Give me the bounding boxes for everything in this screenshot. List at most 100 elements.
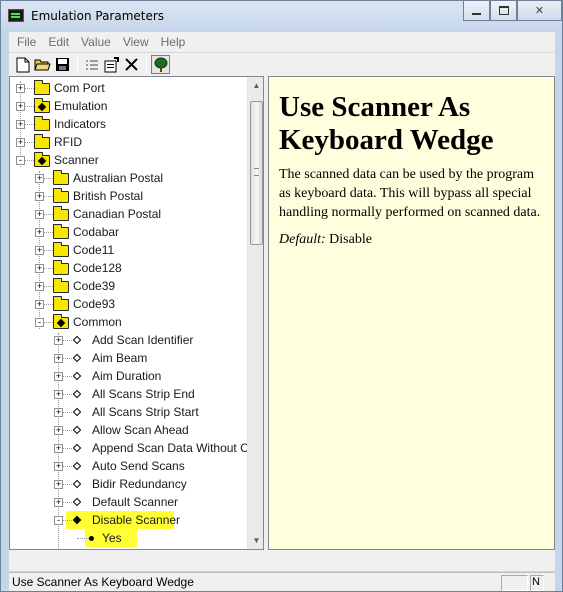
minimize-button[interactable] xyxy=(463,1,490,21)
tree-item[interactable] xyxy=(10,223,246,241)
folder-icon xyxy=(34,116,50,131)
scroll-up-icon[interactable]: ▲ xyxy=(248,77,263,94)
expand-icon[interactable]: + xyxy=(35,174,44,183)
close-button[interactable] xyxy=(517,1,562,21)
folder-icon xyxy=(53,224,69,239)
emulation-parameters-window: Emulation Parameters File Edit Value Vie… xyxy=(0,0,563,592)
folder-icon xyxy=(53,188,69,203)
tree-item[interactable] xyxy=(10,277,246,295)
folder-icon xyxy=(34,98,50,113)
expand-icon[interactable]: + xyxy=(54,444,63,453)
caption-buttons xyxy=(463,1,562,21)
help-default-value: Disable xyxy=(325,232,372,247)
expand-icon[interactable]: + xyxy=(35,300,44,309)
menu-view[interactable]: View xyxy=(117,35,155,49)
menu-edit[interactable]: Edit xyxy=(42,35,75,49)
delete-icon xyxy=(125,58,138,71)
title-bar[interactable]: Emulation Parameters xyxy=(1,1,562,31)
delete-button[interactable] xyxy=(122,55,141,74)
expand-icon[interactable]: + xyxy=(54,426,63,435)
folder-icon xyxy=(53,278,69,293)
tree-item-label: Aim Beam xyxy=(92,351,148,365)
status-text: Use Scanner As Keyboard Wedge xyxy=(12,575,194,589)
new-button[interactable] xyxy=(13,55,32,74)
expand-icon[interactable]: + xyxy=(16,102,25,111)
content-area: + Com Port + Emulation + Indicators + RFID - Scan… xyxy=(9,76,555,571)
tree-item-label: Add Scan Identifier xyxy=(92,333,194,347)
expand-icon[interactable]: + xyxy=(35,264,44,273)
help-default-label: Default: xyxy=(279,232,326,247)
tree-item-label: Default Scanner xyxy=(92,495,179,509)
tree-item-label: Codabar xyxy=(73,225,120,239)
expand-icon[interactable]: + xyxy=(54,372,63,381)
expand-icon[interactable]: + xyxy=(16,120,25,129)
tree-item-label: RFID xyxy=(54,135,82,149)
menu-bar: File Edit Value View Help xyxy=(9,32,555,52)
expand-icon[interactable]: + xyxy=(54,390,63,399)
toolbar-separator xyxy=(146,55,147,74)
folder-mark-icon xyxy=(37,156,47,166)
help-pane: Use Scanner As Keyboard Wedge The scanne… xyxy=(268,76,555,550)
tree-item-label: Emulation xyxy=(54,99,108,113)
tree-item-label: Yes xyxy=(102,531,122,545)
tree-item-label: Allow Scan Ahead xyxy=(92,423,189,437)
tree-item-label: British Postal xyxy=(73,189,144,203)
tree-item[interactable] xyxy=(10,295,246,313)
tree-vertical-scrollbar[interactable]: ▲ ▼ xyxy=(247,77,263,549)
tree-button[interactable] xyxy=(151,55,170,74)
help-title: Use Scanner As Keyboard Wedge xyxy=(279,91,494,156)
scroll-thumb[interactable] xyxy=(250,101,263,245)
expand-icon[interactable]: + xyxy=(54,408,63,417)
expand-icon[interactable]: + xyxy=(35,282,44,291)
parameter-tree[interactable]: + Com Port + Emulation + Indicators + RFID - Scan… xyxy=(9,76,264,550)
tree-item[interactable] xyxy=(10,259,246,277)
properties-button[interactable] xyxy=(102,55,121,74)
expand-icon[interactable]: + xyxy=(54,354,63,363)
tree-item[interactable] xyxy=(10,529,246,547)
folder-icon xyxy=(53,242,69,257)
tree-item[interactable] xyxy=(10,313,246,331)
tree-item-label: Scanner xyxy=(54,153,99,167)
tree-item-label: Append Scan Data Without Cl xyxy=(92,441,252,455)
save-button[interactable] xyxy=(53,55,72,74)
open-icon xyxy=(34,59,51,71)
collapse-icon[interactable]: - xyxy=(35,318,44,327)
expand-icon[interactable]: + xyxy=(54,336,63,345)
properties-icon xyxy=(104,56,119,72)
folder-icon xyxy=(53,314,69,329)
expand-icon[interactable]: + xyxy=(54,462,63,471)
collapse-icon[interactable]: - xyxy=(54,516,63,525)
open-button[interactable] xyxy=(33,55,52,74)
menu-value[interactable]: Value xyxy=(75,35,117,49)
tree-icon xyxy=(154,57,167,72)
tree-item[interactable] xyxy=(10,241,246,259)
folder-icon xyxy=(34,80,50,95)
tree-item-label: All Scans Strip Start xyxy=(92,405,199,419)
menu-help[interactable]: Help xyxy=(155,35,192,49)
new-icon xyxy=(16,57,29,72)
folder-icon xyxy=(53,260,69,275)
folder-icon xyxy=(34,152,50,167)
collapse-icon[interactable]: - xyxy=(16,156,25,165)
expand-icon[interactable]: + xyxy=(35,192,44,201)
expand-icon[interactable]: + xyxy=(54,480,63,489)
menu-file[interactable]: File xyxy=(11,35,42,49)
tree-item-label: Common xyxy=(73,315,122,329)
scroll-down-icon[interactable]: ▼ xyxy=(248,532,263,549)
expand-icon[interactable]: + xyxy=(16,84,25,93)
tree-item-label: Australian Postal xyxy=(73,171,164,185)
expand-icon[interactable]: + xyxy=(35,228,44,237)
list-button[interactable] xyxy=(82,55,101,74)
maximize-button[interactable] xyxy=(490,1,517,21)
tree-item-label: Auto Send Scans xyxy=(92,459,185,473)
status-bar: Use Scanner As Keyboard Wedge N xyxy=(9,572,555,591)
expand-icon[interactable]: + xyxy=(54,498,63,507)
folder-icon xyxy=(53,170,69,185)
expand-icon[interactable]: + xyxy=(35,246,44,255)
expand-icon[interactable]: + xyxy=(35,210,44,219)
folder-icon xyxy=(53,296,69,311)
tree-item-label: Enable Scanner Exit xyxy=(92,549,201,550)
tree-item-label: Canadian Postal xyxy=(73,207,162,221)
expand-icon[interactable]: + xyxy=(16,138,25,147)
save-icon xyxy=(56,58,69,71)
